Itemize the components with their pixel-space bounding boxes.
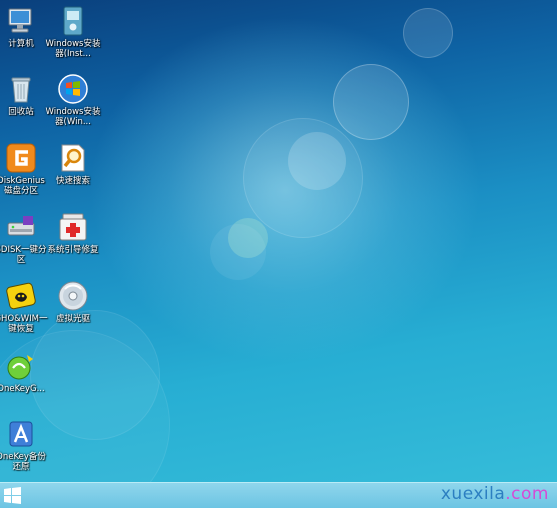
watermark-text: xuexila <box>440 484 506 504</box>
desktop-icon-label: OneKey备份还原 <box>0 452 46 472</box>
desktop-icon-windows-installer-inst[interactable]: Windows安装器(Inst... <box>45 5 101 59</box>
desktop-icon-virtual-drive[interactable]: 虚拟光驱 <box>45 280 101 324</box>
desktop-icon-label: 系统引导修复 <box>47 245 99 255</box>
diskgenius-icon <box>6 143 36 173</box>
desktop-icon-label: 虚拟光驱 <box>55 314 90 324</box>
cd-icon <box>58 281 88 311</box>
desktop-icon-boot-repair[interactable]: 系统引导修复 <box>45 211 101 255</box>
recycle-bin-icon <box>11 77 31 103</box>
wallpaper-bokeh <box>228 218 268 258</box>
windows-logo-icon <box>58 74 88 104</box>
desktop-icon-quick-search[interactable]: 快速搜索 <box>45 142 101 186</box>
first-aid-icon <box>59 213 87 241</box>
desktop-icon-label: GHO&WIM一键恢复 <box>0 314 48 334</box>
desktop-icon-onekey-backup[interactable]: OneKey备份还原 <box>0 418 49 472</box>
desktop-icon-windows-installer-win[interactable]: Windows安装器(Win... <box>45 73 101 127</box>
desktop-icon-onekey-ghost[interactable]: OneKeyG... <box>0 350 49 394</box>
installer-icon <box>63 6 83 36</box>
desktop-icon-sdisk[interactable]: SDISK一键分区 <box>0 211 49 265</box>
desktop-icon-recycle-bin[interactable]: 回收站 <box>0 73 49 117</box>
windows-start-icon <box>4 487 21 504</box>
desktop-icon-label: DiskGenius磁盘分区 <box>0 176 45 196</box>
desktop-icon-label: 计算机 <box>8 39 34 49</box>
desktop-icon-gho-wim[interactable]: GHO&WIM一键恢复 <box>0 280 49 334</box>
watermark: xuexila.com <box>441 484 549 504</box>
wallpaper-bokeh <box>30 310 160 440</box>
wallpaper-bokeh <box>210 224 266 280</box>
wallpaper-bokeh <box>403 8 453 58</box>
onekey-ghost-icon <box>7 355 33 380</box>
taskbar: xuexila.com <box>0 482 557 508</box>
onekey-backup-icon <box>9 421 33 447</box>
wallpaper-bokeh <box>333 64 409 140</box>
desktop-icon-label: 回收站 <box>8 107 34 117</box>
search-icon <box>61 144 85 172</box>
desktop-icon-label: SDISK一键分区 <box>0 245 47 265</box>
desktop[interactable]: 计算机 回收站 DiskGenius磁盘分区 SDISK一键分区 HO&WIM一… <box>0 0 557 482</box>
desktop-icon-label: OneKeyG... <box>0 384 45 394</box>
wallpaper-bokeh <box>288 132 346 190</box>
desktop-icon-label: Windows安装器(Win... <box>45 107 101 127</box>
desktop-icon-label: Windows安装器(Inst... <box>45 39 101 59</box>
desktop-icon-computer[interactable]: 计算机 <box>0 5 49 49</box>
wallpaper-bokeh <box>243 118 363 238</box>
watermark-suffix: .com <box>505 484 549 504</box>
start-button[interactable] <box>0 483 26 508</box>
sdisk-icon <box>7 216 35 236</box>
ghost-icon <box>6 282 36 310</box>
desktop-icon-diskgenius[interactable]: DiskGenius磁盘分区 <box>0 142 49 196</box>
computer-icon <box>8 8 32 33</box>
desktop-icon-label: 快速搜索 <box>55 176 90 186</box>
